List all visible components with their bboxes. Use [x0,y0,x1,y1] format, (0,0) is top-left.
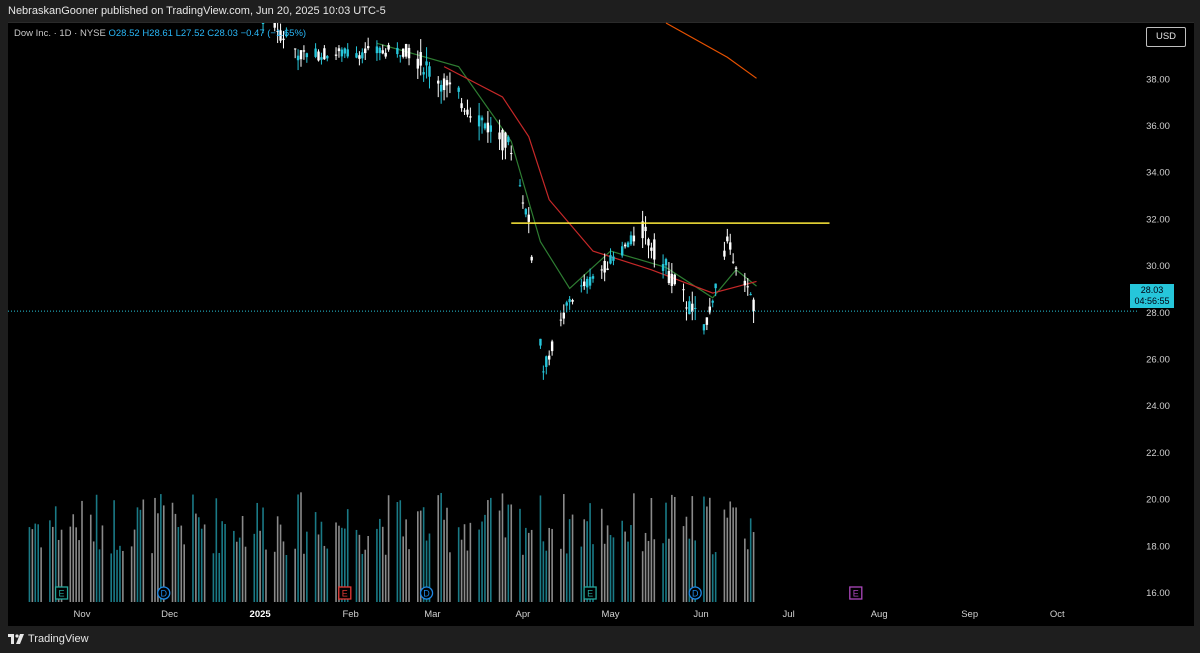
brand-label: TradingView [28,633,89,645]
ohlc-legend: Dow Inc. · 1D · NYSE O28.52 H28.61 L27.5… [14,28,306,39]
bar-countdown: 04:56:55 [1134,296,1170,306]
last-price-value: 28.03 [1140,285,1164,295]
last-price-tag: 28.03 04:56:55 [1130,284,1174,308]
publisher-bar: NebraskanGooner published on TradingView… [0,0,1200,22]
symbol-label[interactable]: Dow Inc. · 1D · NYSE [14,28,106,39]
chart-panel[interactable]: Dow Inc. · 1D · NYSE O28.52 H28.61 L27.5… [8,22,1194,626]
publisher-text: NebraskanGooner published on TradingView… [8,5,386,17]
footer-bar: TradingView [0,628,1200,653]
close-value: C28.03 [207,28,238,39]
tradingview-logo-icon [8,634,24,644]
low-value: L27.52 [175,28,205,39]
tradingview-logo[interactable]: TradingView [8,633,89,645]
currency-button[interactable]: USD [1146,27,1186,47]
open-value: O28.52 [108,28,140,39]
change-value: −0.47 (−1.65%) [240,28,307,39]
high-value: H28.61 [142,28,173,39]
